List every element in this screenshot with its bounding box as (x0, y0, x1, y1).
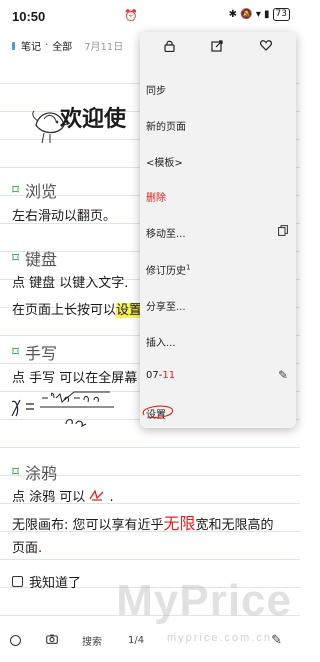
acknowledge-checkbox-row[interactable]: 我知道了 (12, 572, 81, 591)
doodle-scribble-icon (89, 489, 104, 501)
history-count: 1 (186, 263, 191, 272)
keyboard-line2-text: 在页面上长按可以 (12, 303, 117, 318)
alarm-icon: ⏰ (124, 9, 138, 22)
battery-indicator: 73 (272, 8, 290, 21)
bookmark-icon: ⌑ (12, 250, 20, 266)
pencil-icon[interactable]: ✎ (278, 368, 288, 382)
section-keyboard-line2: 在页面上长按可以设置 (12, 299, 143, 318)
note-options-menu: 同步 新的页面 <模板> 删除 移动至... 修订历史1 分享至... 插入..… (140, 32, 296, 428)
external-edit-icon[interactable] (211, 39, 224, 55)
section-keyboard-title: ⌑ 键盘 (12, 246, 57, 270)
bookmark-icon: ⌑ (12, 464, 20, 480)
copy-icon[interactable] (278, 225, 288, 239)
menu-item-template[interactable]: <模板> (146, 154, 183, 169)
handwritten-circle-icon (142, 405, 174, 419)
menu-item-move-to[interactable]: 移动至... (146, 225, 186, 240)
page-indicator[interactable]: 1/4 (128, 635, 144, 646)
menu-item-insert[interactable]: 插入... (146, 334, 176, 349)
watermark-logo: MyPrice (116, 576, 292, 625)
menu-item-new-page[interactable]: 新的页面 (146, 118, 186, 133)
section-doodle-line2: 无限画布: 您可以享有近乎无限宽和无限高的 (12, 510, 274, 534)
menu-item-settings[interactable]: 设置 (142, 405, 174, 421)
menu-item-date[interactable]: 07-11 (146, 370, 175, 381)
date-day: 11 (162, 370, 176, 381)
search-button[interactable]: 搜索 (82, 633, 102, 648)
lock-icon[interactable] (164, 40, 175, 55)
home-circle-icon[interactable] (10, 634, 21, 646)
section-browse-text: 左右滑动以翻页。 (12, 209, 117, 224)
section-title-text: 浏览 (25, 182, 58, 201)
status-time: 10:50 (12, 8, 46, 24)
date-prefix: 07- (146, 370, 163, 381)
section-doodle-title: ⌑ 涂鸦 (12, 460, 57, 484)
menu-item-sync[interactable]: 同步 (146, 82, 166, 97)
menu-item-history[interactable]: 修订历史1 (146, 262, 190, 277)
pen-icon[interactable]: ✎ (271, 633, 282, 648)
red-emphasis-text: 无限 (163, 514, 196, 533)
menu-item-delete[interactable]: 删除 (146, 189, 166, 204)
bookmark-icon: ⌑ (12, 182, 20, 198)
menu-top-icon-row (140, 32, 296, 62)
status-bar: 10:50 ⏰ ✱ 🔕 ▾ ▮ 73 (0, 0, 300, 32)
status-icons: ✱ 🔕 ▾ ▮ 73 (229, 8, 290, 21)
section-doodle-line1: 点 涂鸦 可以 . (12, 486, 114, 505)
note-date: 7月11日 (84, 42, 124, 53)
section-handwriting-text: 点 手写 可以在全屏幕 (12, 371, 138, 386)
bottom-toolbar: 搜索 1/4 ✎ (0, 628, 300, 652)
checkbox[interactable] (12, 576, 23, 587)
doodle-line1-post: . (109, 490, 114, 505)
system-icons: ✱ 🔕 ▾ ▮ (228, 9, 270, 20)
camera-icon[interactable] (46, 634, 58, 647)
doodle-line2-post: 宽和无限高的 (195, 518, 274, 533)
section-handwriting-title: ⌑ 手写 (12, 340, 57, 364)
section-keyboard-line1: 点 键盘 以键入文字. (12, 276, 129, 291)
bookmark-icon: ⌑ (12, 344, 20, 360)
breadcrumb-notes[interactable]: 笔记 (21, 38, 41, 53)
breadcrumb: 笔记 · 全部 7月11日 (12, 38, 123, 53)
highlighted-text: 设置 (116, 303, 143, 318)
welcome-text: 欢迎使 (60, 107, 127, 132)
nav-marker-icon (12, 41, 15, 50)
heart-icon[interactable] (259, 40, 272, 54)
breadcrumb-all[interactable]: 全部 (52, 38, 72, 53)
section-browse-title: ⌑ 浏览 (12, 178, 57, 202)
section-title-text: 涂鸦 (25, 464, 58, 483)
checkbox-label: 我知道了 (29, 576, 82, 591)
history-label: 修订历史 (146, 266, 186, 277)
section-title-text: 手写 (25, 344, 58, 363)
breadcrumb-separator: · (45, 40, 49, 51)
section-title-text: 键盘 (25, 250, 58, 269)
doodle-line1-text: 点 涂鸦 可以 (12, 490, 86, 505)
doodle-line2-pre: 无限画布: 您可以享有近乎 (12, 518, 164, 533)
menu-item-share-to[interactable]: 分享至... (146, 298, 186, 313)
handwritten-formula-drawing (11, 391, 114, 428)
section-doodle-line3: 页面. (12, 541, 43, 556)
